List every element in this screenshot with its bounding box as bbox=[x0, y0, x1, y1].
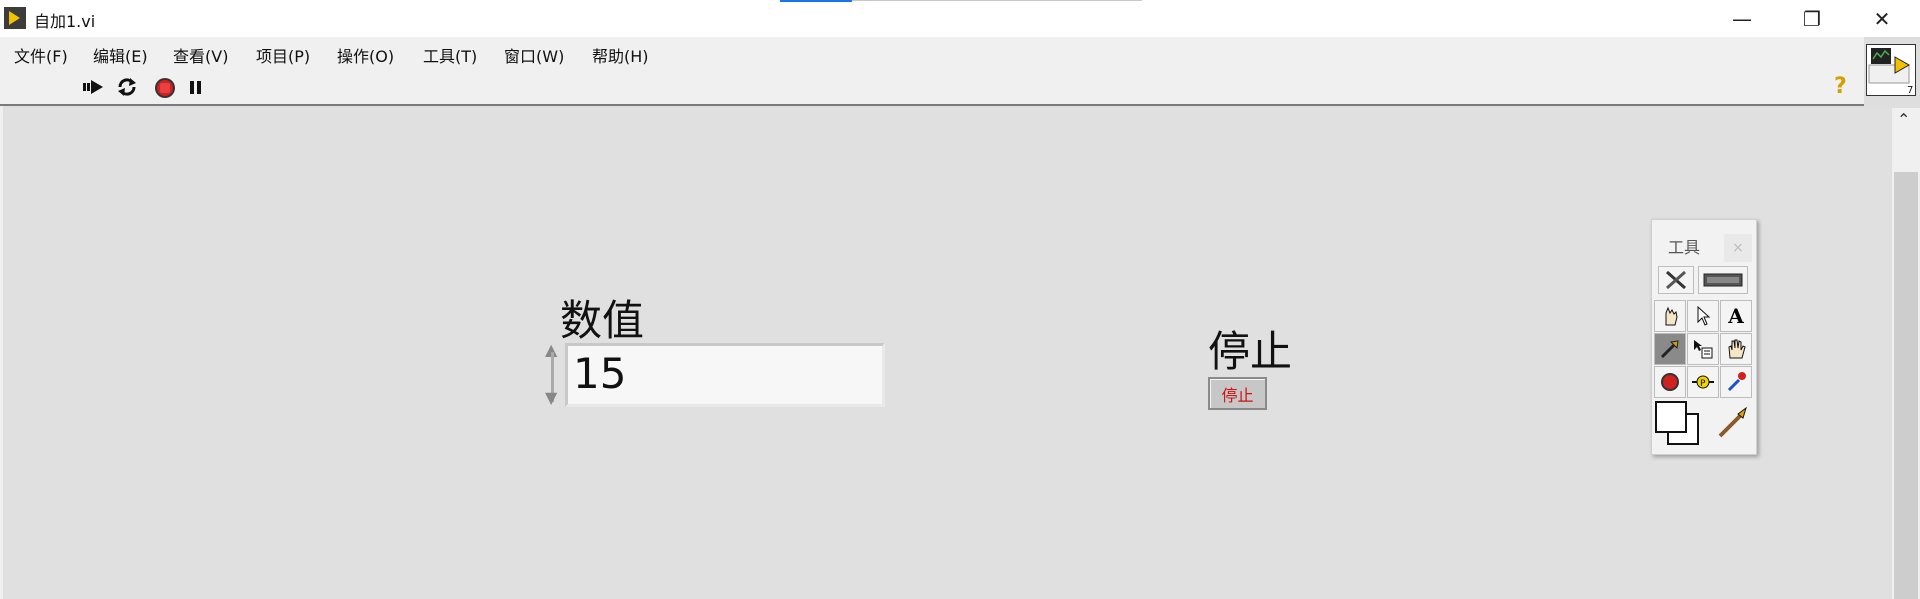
restore-icon: ❐ bbox=[1803, 6, 1821, 31]
vi-icon[interactable]: 7 bbox=[1866, 44, 1916, 96]
title-accent-line bbox=[780, 0, 852, 2]
stop-label: 停止 bbox=[1208, 327, 1293, 376]
run-arrow-icon[interactable] bbox=[83, 77, 105, 97]
scroll-up-arrow-icon[interactable]: ⌃ bbox=[1897, 110, 1910, 129]
close-button[interactable]: ✕ bbox=[1847, 0, 1917, 37]
scrollbar-thumb[interactable] bbox=[1894, 172, 1918, 599]
operate-icon[interactable] bbox=[1654, 300, 1686, 332]
title-bar: 自加1.vi — ❐ ✕ bbox=[0, 0, 1920, 37]
get-color-icon[interactable] bbox=[1720, 366, 1752, 398]
run-continuously-icon[interactable] bbox=[116, 77, 138, 97]
pause-icon[interactable] bbox=[188, 77, 210, 97]
context-help-icon[interactable]: ? bbox=[1834, 74, 1847, 99]
wiring-icon[interactable] bbox=[1654, 333, 1686, 365]
automatic-tool-toggle-icon[interactable] bbox=[1698, 266, 1748, 294]
toolbar bbox=[0, 68, 1864, 106]
menu-file[interactable]: 文件(F) bbox=[14, 43, 68, 67]
tools-palette-close-button[interactable]: × bbox=[1724, 234, 1752, 262]
tools-palette[interactable]: 工具 × A P bbox=[1651, 219, 1757, 455]
svg-text:7: 7 bbox=[1907, 85, 1913, 95]
close-icon: × bbox=[1732, 240, 1744, 256]
scroll-icon[interactable] bbox=[1720, 333, 1752, 365]
menu-bar: 文件(F) 编辑(E) 查看(V) 项目(P) 操作(O) 工具(T) 窗口(W… bbox=[0, 37, 1864, 68]
set-color-icon[interactable] bbox=[1714, 404, 1752, 442]
numeric-control-value[interactable]: 15 bbox=[573, 349, 626, 398]
numeric-label: 数值 bbox=[560, 296, 645, 345]
close-icon: ✕ bbox=[1873, 6, 1891, 31]
restore-button[interactable]: ❐ bbox=[1777, 0, 1847, 37]
front-panel[interactable] bbox=[3, 108, 1891, 599]
shortcut-menu-icon[interactable] bbox=[1687, 333, 1719, 365]
probe-icon[interactable]: P bbox=[1687, 366, 1719, 398]
labview-app-icon bbox=[4, 7, 26, 29]
menu-operate[interactable]: 操作(O) bbox=[337, 43, 394, 67]
menu-help[interactable]: 帮助(H) bbox=[592, 43, 649, 67]
menu-window[interactable]: 窗口(W) bbox=[504, 43, 564, 67]
stop-button-text: 停止 bbox=[1221, 385, 1254, 405]
stop-button[interactable]: 停止 bbox=[1208, 377, 1267, 410]
window-title: 自加1.vi bbox=[34, 12, 96, 31]
breakpoint-icon[interactable] bbox=[1654, 366, 1686, 398]
text-icon[interactable]: A bbox=[1720, 300, 1752, 332]
svg-text:P: P bbox=[1700, 379, 1706, 389]
menu-view[interactable]: 查看(V) bbox=[173, 43, 228, 67]
minimize-icon: — bbox=[1732, 6, 1752, 31]
menu-tools[interactable]: 工具(T) bbox=[423, 43, 477, 67]
automatic-tool-icon[interactable] bbox=[1658, 266, 1694, 294]
minimize-button[interactable]: — bbox=[1707, 0, 1777, 37]
menu-project[interactable]: 项目(P) bbox=[256, 43, 310, 67]
color-boxes-icon[interactable] bbox=[1654, 400, 1702, 448]
menu-edit[interactable]: 编辑(E) bbox=[93, 43, 148, 67]
tools-palette-title: 工具 bbox=[1668, 238, 1701, 257]
title-accent-line-2 bbox=[852, 0, 1142, 1]
abort-icon[interactable] bbox=[154, 77, 176, 98]
decrement-arrow-icon[interactable]: ▼ bbox=[545, 388, 557, 407]
position-icon[interactable] bbox=[1687, 300, 1719, 332]
